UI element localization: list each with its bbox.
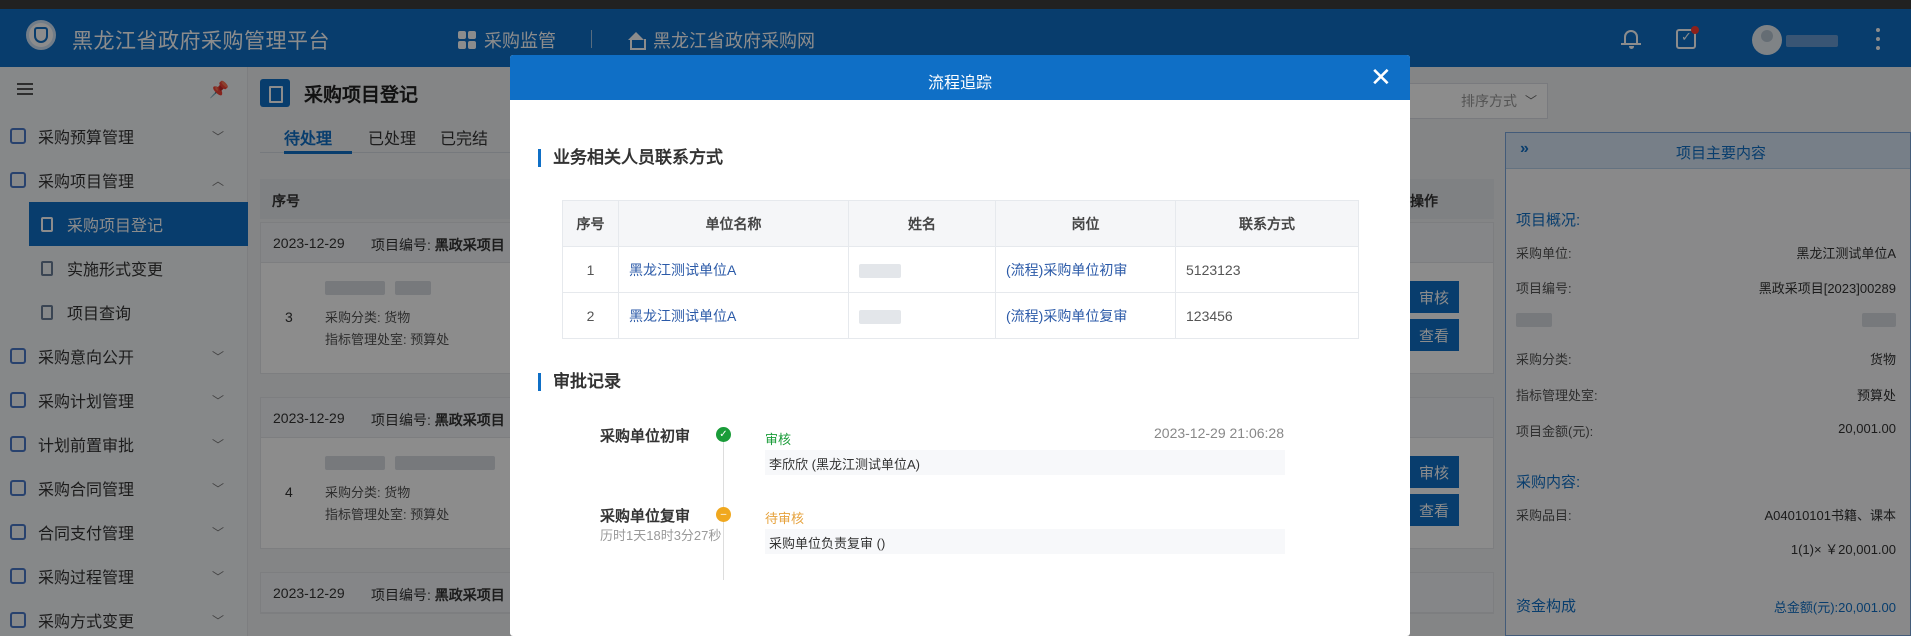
timeline-node: 采购单位复审 <box>600 508 691 525</box>
table-row: 1 黑龙江测试单位A (流程)采购单位初审 5123123 <box>562 246 1359 293</box>
pending-icon: – <box>716 507 731 522</box>
check-icon: ✓ <box>716 427 731 442</box>
process-tracking-modal: 流程追踪 ✕ 业务相关人员联系方式 序号 单位名称 姓名 岗位 联系方式 1 黑… <box>510 55 1410 636</box>
col-post: 岗位 <box>995 200 1176 247</box>
contacts-table: 序号 单位名称 姓名 岗位 联系方式 1 黑龙江测试单位A (流程)采购单位初审… <box>562 200 1359 339</box>
record-detail: 李欣欣 (黑龙江测试单位A) <box>765 450 1285 475</box>
col-name: 姓名 <box>848 200 996 247</box>
record-detail: 采购单位负责复审 () <box>765 529 1285 554</box>
timeline-line <box>723 430 724 580</box>
record-status: 审核 <box>765 432 792 447</box>
modal-title: 流程追踪 <box>927 75 992 92</box>
timeline-node: 采购单位初审 <box>600 428 691 445</box>
col-seq: 序号 <box>562 200 619 247</box>
close-icon[interactable]: ✕ <box>1370 64 1392 90</box>
record-time: 2023-12-29 21:06:28 <box>1154 425 1284 441</box>
approval-section-title: 审批记录 <box>538 373 621 391</box>
record-status: 待审核 <box>765 511 805 526</box>
col-phone: 联系方式 <box>1175 200 1359 247</box>
table-row: 2 黑龙江测试单位A (流程)采购单位复审 123456 <box>562 292 1359 339</box>
name-cell <box>848 246 996 293</box>
blurred-name <box>859 309 901 324</box>
name-cell <box>848 292 996 339</box>
col-unit: 单位名称 <box>618 200 849 247</box>
duration: 历时1天18时3分27秒 <box>600 528 722 543</box>
contacts-section-title: 业务相关人员联系方式 <box>538 149 723 167</box>
blurred-name <box>859 263 901 278</box>
